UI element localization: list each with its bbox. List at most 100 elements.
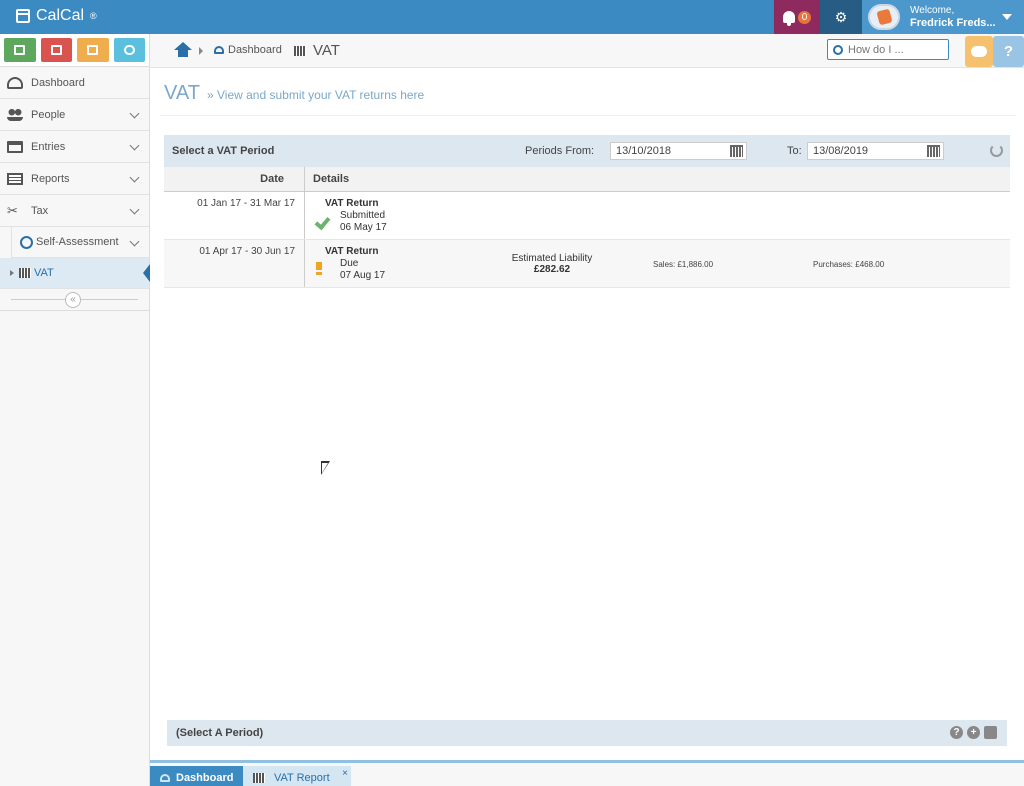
sidebar-item-entries[interactable]: Entries — [0, 131, 149, 163]
periods-from-input[interactable] — [616, 145, 726, 157]
breadcrumb: Dashboard VAT ? — [150, 34, 1024, 68]
chevron-down-icon — [129, 236, 140, 247]
row-kind: VAT Return — [325, 198, 379, 209]
periods-to-input[interactable] — [813, 145, 923, 157]
breadcrumb-dashboard-label: Dashboard — [228, 44, 282, 56]
bottom-tab-strip: Dashboard VAT Report × — [150, 760, 1024, 786]
help-icon[interactable]: ? — [950, 726, 963, 739]
breadcrumb-current: VAT — [294, 42, 340, 59]
column-header-details: Details — [313, 173, 350, 185]
sidebar: Dashboard People Entries Reports ✂ Tax S… — [0, 34, 150, 786]
dashboard-icon — [160, 773, 170, 782]
calendar-grid-icon — [87, 45, 99, 55]
chevron-down-icon — [129, 108, 140, 119]
chat-button[interactable] — [965, 36, 993, 67]
calendar-icon[interactable] — [730, 145, 743, 157]
print-icon[interactable] — [984, 726, 997, 739]
gear-icon — [123, 45, 135, 55]
tab-dashboard[interactable]: Dashboard — [150, 766, 243, 786]
home-icon[interactable] — [174, 42, 192, 58]
welcome-text: Welcome, Fredrick Freds... — [910, 5, 996, 29]
welcome-label: Welcome, — [910, 5, 955, 16]
add-icon[interactable]: + — [967, 726, 980, 739]
question-mark-icon: ? — [1003, 43, 1014, 60]
user-name: Fredrick Freds... — [910, 17, 996, 29]
people-icon — [7, 108, 23, 121]
scissors-icon: ✂ — [7, 202, 18, 218]
sidebar-item-label: Entries — [31, 140, 66, 153]
search-icon — [833, 44, 843, 55]
sales-total: Sales: £1,886.00 — [653, 260, 714, 269]
vat-icon — [294, 45, 306, 56]
sidebar-item-label: Tax — [31, 204, 49, 217]
quick-add-entry-button[interactable] — [4, 38, 36, 62]
estimated-liability: Estimated Liability £282.62 — [494, 253, 610, 275]
period-selector-label: Select a VAT Period — [172, 145, 275, 157]
dashboard-icon — [7, 76, 23, 89]
quick-remove-entry-button[interactable] — [40, 38, 72, 62]
notifications-button[interactable]: 0 — [774, 0, 820, 34]
app-logo[interactable]: CalCal ® — [16, 7, 97, 25]
tab-label: Dashboard — [176, 771, 234, 784]
user-menu[interactable]: Welcome, Fredrick Freds... — [862, 0, 1024, 34]
tab-vat-report[interactable]: VAT Report × — [243, 766, 351, 786]
bell-icon — [782, 11, 795, 26]
row-status-date: 06 May 17 — [340, 222, 387, 233]
sidebar-item-tax[interactable]: ✂ Tax — [0, 195, 149, 227]
row-kind: VAT Return — [325, 246, 379, 257]
periods-to-field — [807, 142, 944, 160]
notification-badge: 0 — [797, 10, 812, 24]
sidebar-item-dashboard[interactable]: Dashboard — [0, 67, 149, 99]
gears-icon: ⚙ — [834, 8, 848, 25]
search-input[interactable] — [848, 43, 944, 56]
sidebar-item-self-assessment[interactable]: Self-Assessment — [11, 227, 149, 258]
caret-right-icon — [10, 270, 14, 276]
sidebar-collapse: « — [0, 289, 149, 311]
breadcrumb-dashboard-link[interactable]: Dashboard — [214, 44, 282, 56]
sidebar-item-people[interactable]: People — [0, 99, 149, 131]
check-icon — [314, 213, 331, 231]
quick-calendar-button[interactable] — [77, 38, 109, 62]
period-footer: (Select A Period) ? + — [167, 720, 1007, 746]
calendar-plus-icon — [14, 45, 26, 55]
help-button[interactable]: ? — [993, 36, 1024, 67]
row-date: 01 Jan 17 - 31 Mar 17 — [164, 192, 305, 239]
mouse-cursor-icon — [321, 461, 330, 475]
periods-from-label: Periods From: — [525, 145, 595, 157]
vat-icon — [19, 268, 31, 278]
estimated-liability-value: £282.62 — [533, 264, 571, 275]
calendar-icon[interactable] — [927, 145, 940, 157]
sidebar-item-label: VAT — [34, 267, 54, 279]
app-name: CalCal — [36, 7, 85, 24]
row-status-date: 07 Aug 17 — [340, 270, 386, 281]
help-search — [827, 39, 949, 60]
chevron-down-icon — [129, 204, 140, 215]
tab-label: VAT Report — [274, 771, 330, 784]
close-icon[interactable]: × — [342, 768, 348, 779]
table-row[interactable]: 01 Apr 17 - 30 Jun 17 VAT Return Due 07 … — [164, 240, 1010, 288]
table-row[interactable]: 01 Jan 17 - 31 Mar 17 VAT Return Submitt… — [164, 192, 1010, 240]
settings-button[interactable]: ⚙ — [820, 0, 862, 34]
sidebar-item-label: Self-Assessment — [36, 236, 119, 248]
calendar-logo-icon — [16, 9, 30, 23]
period-selector: Select a VAT Period Periods From: To: — [164, 135, 1010, 167]
calendar-icon — [7, 140, 23, 153]
sidebar-item-vat[interactable]: VAT — [0, 258, 150, 289]
period-footer-label: (Select A Period) — [176, 727, 264, 739]
exclamation-icon — [316, 262, 322, 275]
refresh-icon[interactable] — [990, 144, 1003, 157]
speech-bubble-icon — [971, 46, 987, 57]
column-header-date: Date — [164, 167, 305, 192]
chevron-down-icon[interactable] — [1002, 14, 1012, 20]
reports-icon — [7, 172, 23, 185]
sidebar-item-label: Reports — [31, 172, 70, 185]
caret-right-icon — [199, 47, 203, 55]
page-title: VAT — [164, 82, 200, 104]
periods-from-field — [610, 142, 747, 160]
row-status: Submitted — [340, 210, 386, 221]
quick-settings-button[interactable] — [113, 38, 145, 62]
page-subtitle: » View and submit your VAT returns here — [207, 88, 425, 102]
collapse-sidebar-icon[interactable]: « — [65, 292, 81, 308]
purchases-total: Purchases: £468.00 — [813, 260, 885, 269]
sidebar-item-reports[interactable]: Reports — [0, 163, 149, 195]
